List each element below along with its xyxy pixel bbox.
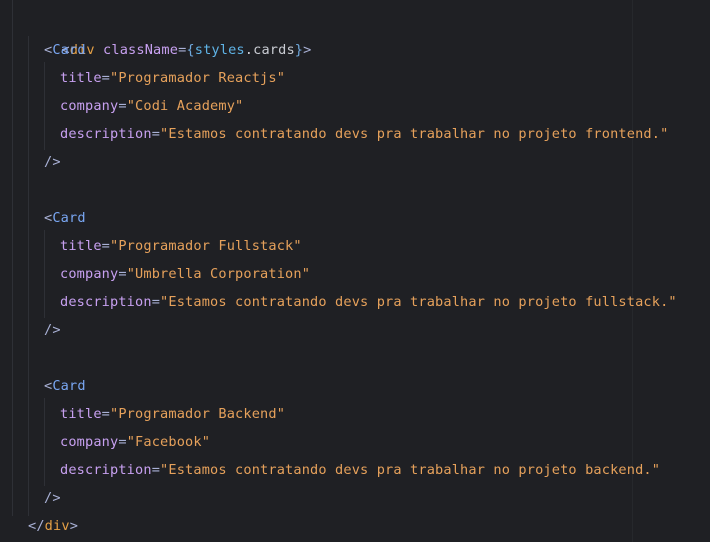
token-eq: = xyxy=(118,98,127,114)
token-component-card: Card xyxy=(52,378,86,394)
code-line-card-open: <Card xyxy=(44,204,86,232)
token-string: "Umbrella Corporation" xyxy=(126,266,311,282)
token-component-card: Card xyxy=(52,42,86,58)
token-tag-div: div xyxy=(44,518,70,534)
token-prop-name: description xyxy=(60,126,152,142)
code-line-open-div: <div className={styles.cards}> xyxy=(28,8,311,58)
token-styles: styles xyxy=(194,42,245,58)
token-prop-name: company xyxy=(60,266,119,282)
code-line-prop-company: company="Umbrella Corporation" xyxy=(60,260,310,288)
token-self-close: /> xyxy=(44,322,61,338)
code-line-card-close: /> xyxy=(44,484,61,512)
token-attr-classname: className xyxy=(103,42,179,58)
token-eq: = xyxy=(101,406,111,422)
token-dot: . xyxy=(244,42,254,58)
token-gt: > xyxy=(303,42,312,58)
token-string: "Programador Reactjs" xyxy=(110,70,286,86)
token-string: "Programador Backend" xyxy=(110,406,286,422)
code-line-card-close: /> xyxy=(44,148,61,176)
code-line-card-open: <Card xyxy=(44,372,86,400)
token-eq: = xyxy=(101,238,111,254)
indent-guide xyxy=(12,0,13,516)
code-line-close-div: </div> xyxy=(28,512,78,540)
token-string: "Estamos contratando devs pra trabalhar … xyxy=(160,462,661,478)
code-line-prop-title: title="Programador Reactjs" xyxy=(60,64,285,92)
indent-guide xyxy=(28,36,29,516)
token-self-close: /> xyxy=(44,490,61,506)
token-eq: = xyxy=(151,294,161,310)
token-prop-name: title xyxy=(60,238,102,254)
token-eq: = xyxy=(118,434,127,450)
token-rbrace: } xyxy=(294,42,304,58)
code-line-card-close: /> xyxy=(44,316,61,344)
code-line-prop-company: company="Codi Academy" xyxy=(60,92,243,120)
indent-guide xyxy=(44,230,45,318)
code-line-prop-description: description="Estamos contratando devs pr… xyxy=(60,456,660,484)
token-string: "Estamos contratando devs pra trabalhar … xyxy=(160,294,677,310)
token-component-card: Card xyxy=(52,210,86,226)
token-lbrace: { xyxy=(186,42,195,58)
token-string: "Programador Fullstack" xyxy=(110,238,302,254)
code-editor[interactable]: <div className={styles.cards}> <Card tit… xyxy=(0,0,710,542)
token-string: "Codi Academy" xyxy=(126,98,244,114)
token-prop-name: description xyxy=(60,294,152,310)
token-eq: = xyxy=(101,70,111,86)
token-gt: > xyxy=(69,518,79,534)
token-lt-slash: </ xyxy=(28,518,45,534)
indent-guide xyxy=(44,398,45,486)
token-string: "Estamos contratando devs pra trabalhar … xyxy=(160,126,669,142)
token-eq: = xyxy=(151,462,161,478)
code-line-prop-title: title="Programador Backend" xyxy=(60,400,285,428)
code-line-prop-description: description="Estamos contratando devs pr… xyxy=(60,120,668,148)
token-eq: = xyxy=(118,266,127,282)
code-line-prop-title: title="Programador Fullstack" xyxy=(60,232,302,260)
code-line-card-open: <Card xyxy=(44,36,86,64)
token-prop-name: title xyxy=(60,406,102,422)
token-prop-name: company xyxy=(60,434,119,450)
token-prop-name: title xyxy=(60,70,102,86)
token-cards: cards xyxy=(253,42,295,58)
token-self-close: /> xyxy=(44,154,61,170)
token-prop-name: company xyxy=(60,98,119,114)
token-eq: = xyxy=(151,126,161,142)
code-line-prop-company: company="Facebook" xyxy=(60,428,210,456)
token-prop-name: description xyxy=(60,462,152,478)
code-line-prop-description: description="Estamos contratando devs pr… xyxy=(60,288,677,316)
token-string: "Facebook" xyxy=(126,434,211,450)
